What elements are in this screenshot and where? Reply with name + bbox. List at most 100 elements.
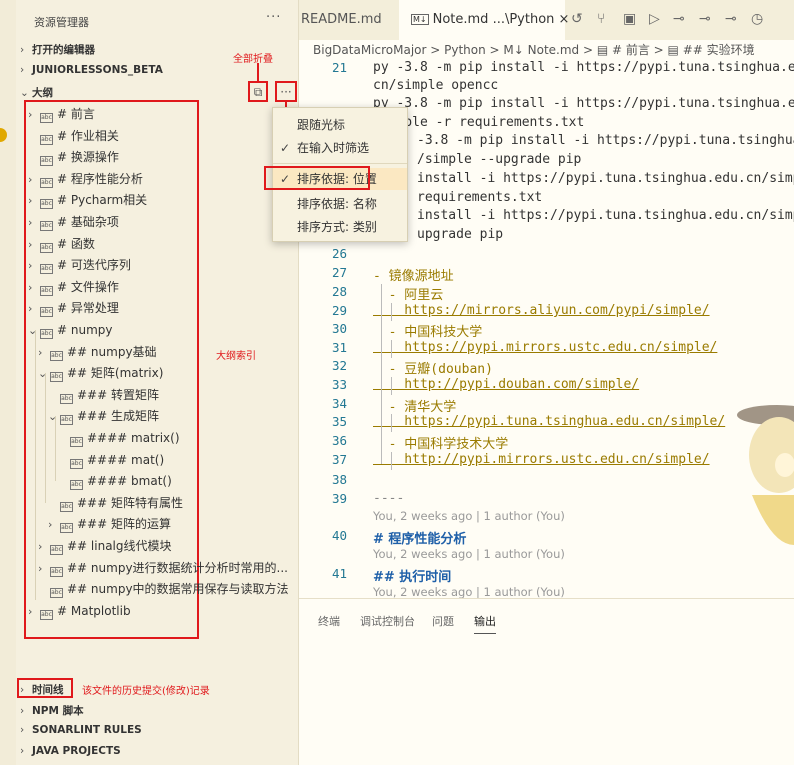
code-line[interactable]: install -i https://pypi.tuna.tsinghua.ed… <box>417 171 794 186</box>
outline-item[interactable]: ⌄ abc ### 生成矩阵 <box>48 406 159 427</box>
outline-item[interactable]: › abc # 基础杂项 <box>28 212 119 233</box>
chevron-right-icon[interactable]: › <box>28 298 40 319</box>
outline-item[interactable]: › abc # 异常处理 <box>28 298 119 319</box>
code-line[interactable]: requirements.txt <box>417 190 542 205</box>
code-line[interactable]: - 豆瓣(douban) <box>373 358 493 377</box>
history-icon[interactable]: ↺ <box>571 11 583 27</box>
chevron-right-icon[interactable]: › <box>38 536 50 557</box>
commit-next-icon[interactable]: ⊸ <box>725 11 737 27</box>
code-line[interactable]: http://pypi.mirrors.ustc.edu.cn/simple/ <box>373 452 709 467</box>
section-timeline[interactable]: › 时间线 <box>20 682 64 697</box>
tab-note[interactable]: M↓ Note.md ...\Python × <box>399 0 569 40</box>
run-icon[interactable]: ▷ <box>649 11 660 27</box>
chevron-down-icon[interactable]: ⌄ <box>48 406 60 427</box>
section-outline[interactable]: ⌄ 大纲 <box>20 85 53 100</box>
panel-tab-problems[interactable]: 问题 <box>432 613 454 629</box>
outline-item[interactable]: › abc # 程序性能分析 <box>28 169 143 190</box>
code-line[interactable]: /simple --upgrade pip <box>417 152 581 167</box>
chevron-right-icon[interactable]: › <box>28 169 40 190</box>
chevron-right-icon[interactable]: › <box>28 234 40 255</box>
chevron-right-icon[interactable]: › <box>28 277 40 298</box>
code-line[interactable]: -3.8 -m pip install -i https://pypi.tuna… <box>417 133 794 148</box>
code-line[interactable]: ---- <box>373 491 404 506</box>
panel-tab-debug-console[interactable]: 调试控制台 <box>360 613 415 629</box>
more-actions-icon[interactable]: ··· <box>266 10 281 25</box>
code-line[interactable]: https://mirrors.aliyun.com/pypi/simple/ <box>373 303 709 318</box>
more-editor-icon[interactable]: ◷ <box>751 11 763 27</box>
chevron-right-icon[interactable]: › <box>38 342 50 363</box>
indent-guide <box>391 414 392 432</box>
outline-item[interactable]: ⌄ abc ## 矩阵(matrix) <box>38 363 163 384</box>
section-juniorlessons[interactable]: › JUNIORLESSONS_BETA <box>20 64 163 76</box>
outline-item[interactable]: abc #### bmat() <box>58 471 172 492</box>
git-blame-annotation[interactable]: You, 2 weeks ago | 1 author (You) <box>373 547 565 561</box>
chevron-down-icon[interactable]: ⌄ <box>28 320 40 341</box>
code-line[interactable]: ## 执行时间 <box>373 566 451 585</box>
chevron-right-icon[interactable]: › <box>48 514 60 535</box>
tab-readme[interactable]: README.md <box>301 0 385 40</box>
panel-tab-terminal[interactable]: 终端 <box>318 613 340 629</box>
menu-item-filter-on-type[interactable]: ✓ 在输入时筛选 <box>273 137 407 159</box>
markdown-icon: M↓ <box>411 14 429 25</box>
git-blame-annotation[interactable]: You, 2 weeks ago | 1 author (You) <box>373 585 565 599</box>
outline-item[interactable]: abc ### 矩阵特有属性 <box>48 493 183 514</box>
outline-item-label: #### bmat() <box>87 474 172 489</box>
code-line[interactable]: install -i https://pypi.tuna.tsinghua.ed… <box>417 208 794 223</box>
outline-item[interactable]: › abc # Matplotlib <box>28 601 131 622</box>
source-control-icon[interactable]: ⑂ <box>597 11 605 27</box>
chevron-right-icon[interactable]: › <box>28 190 40 211</box>
code-line[interactable]: https://pypi.tuna.tsinghua.edu.cn/simple… <box>373 414 725 429</box>
code-line[interactable]: - 阿里云 <box>373 284 444 303</box>
section-java[interactable]: › JAVA PROJECTS <box>20 745 121 757</box>
chevron-right-icon[interactable]: › <box>38 558 50 579</box>
section-open-editors[interactable]: › 打开的编辑器 <box>20 42 95 57</box>
outline-item[interactable]: › abc # 前言 <box>28 104 95 125</box>
menu-item-sort-name[interactable]: 排序依据: 名称 <box>273 193 407 215</box>
code-line[interactable]: - 中国科技大学 <box>373 321 483 340</box>
outline-item[interactable]: abc # 作业相关 <box>28 126 119 147</box>
outline-item[interactable]: › abc ## numpy基础 <box>38 342 157 363</box>
code-line[interactable]: # 程序性能分析 <box>373 528 466 547</box>
chevron-right-icon: › <box>20 684 25 696</box>
code-line[interactable]: http://pypi.douban.com/simple/ <box>373 377 639 392</box>
code-line[interactable]: - 清华大学 <box>373 396 457 415</box>
close-icon[interactable]: × <box>559 12 570 27</box>
code-line[interactable]: py -3.8 -m pip install -i https://pypi.t… <box>373 96 794 111</box>
outline-item[interactable]: › abc ## numpy进行数据统计分析时常用的... <box>38 558 288 579</box>
chevron-right-icon[interactable]: › <box>28 212 40 233</box>
chevron-down-icon[interactable]: ⌄ <box>38 363 50 384</box>
code-line[interactable]: py -3.8 -m pip install -i https://pypi.t… <box>373 60 794 75</box>
outline-item[interactable]: abc #### matrix() <box>58 428 180 449</box>
outline-item[interactable]: abc ## numpy中的数据常用保存与读取方法 <box>38 579 289 600</box>
chevron-right-icon[interactable]: › <box>28 601 40 622</box>
breadcrumb[interactable]: BigDataMicroMajor > Python > M↓ Note.md … <box>313 40 755 60</box>
section-npm[interactable]: › NPM 脚本 <box>20 703 84 718</box>
outline-item[interactable]: › abc # 可迭代序列 <box>28 255 131 276</box>
outline-item[interactable]: › abc # 函数 <box>28 234 95 255</box>
outline-item[interactable]: › abc # 文件操作 <box>28 277 119 298</box>
git-blame-annotation[interactable]: You, 2 weeks ago | 1 author (You) <box>373 509 565 523</box>
commit-icon[interactable]: ⊸ <box>673 11 685 27</box>
chevron-right-icon[interactable]: › <box>28 104 40 125</box>
code-line[interactable]: upgrade pip <box>417 227 503 242</box>
outline-item[interactable]: ⌄ abc # numpy <box>28 320 113 341</box>
code-line[interactable]: - 镜像源地址 <box>373 265 454 284</box>
outline-item[interactable]: › abc ### 矩阵的运算 <box>48 514 171 535</box>
outline-item[interactable]: › abc # Pycharm相关 <box>28 190 147 211</box>
outline-item[interactable]: › abc ## linalg线代模块 <box>38 536 172 557</box>
code-text: install -i https://pypi.tuna.tsinghua.ed… <box>417 171 794 186</box>
code-line[interactable]: - 中国科学技术大学 <box>373 433 509 452</box>
chevron-right-icon[interactable]: › <box>28 255 40 276</box>
section-sonarlint[interactable]: › SONARLINT RULES <box>20 724 142 736</box>
outline-item[interactable]: abc ### 转置矩阵 <box>48 385 159 406</box>
menu-item-follow-cursor[interactable]: 跟随光标 <box>273 114 407 136</box>
menu-item-sort-category[interactable]: 排序方式: 类别 <box>273 216 407 238</box>
commit-prev-icon[interactable]: ⊸ <box>699 11 711 27</box>
code-line[interactable]: https://pypi.mirrors.ustc.edu.cn/simple/ <box>373 340 717 355</box>
code-line[interactable]: cn/simple opencc <box>373 78 498 93</box>
outline-item[interactable]: abc #### mat() <box>58 450 164 471</box>
panel-tab-output[interactable]: 输出 <box>474 613 496 634</box>
outline-item[interactable]: abc # 换源操作 <box>28 147 119 168</box>
preview-icon[interactable]: ▣ <box>623 11 636 27</box>
outline-item-label: # 基础杂项 <box>57 215 119 229</box>
